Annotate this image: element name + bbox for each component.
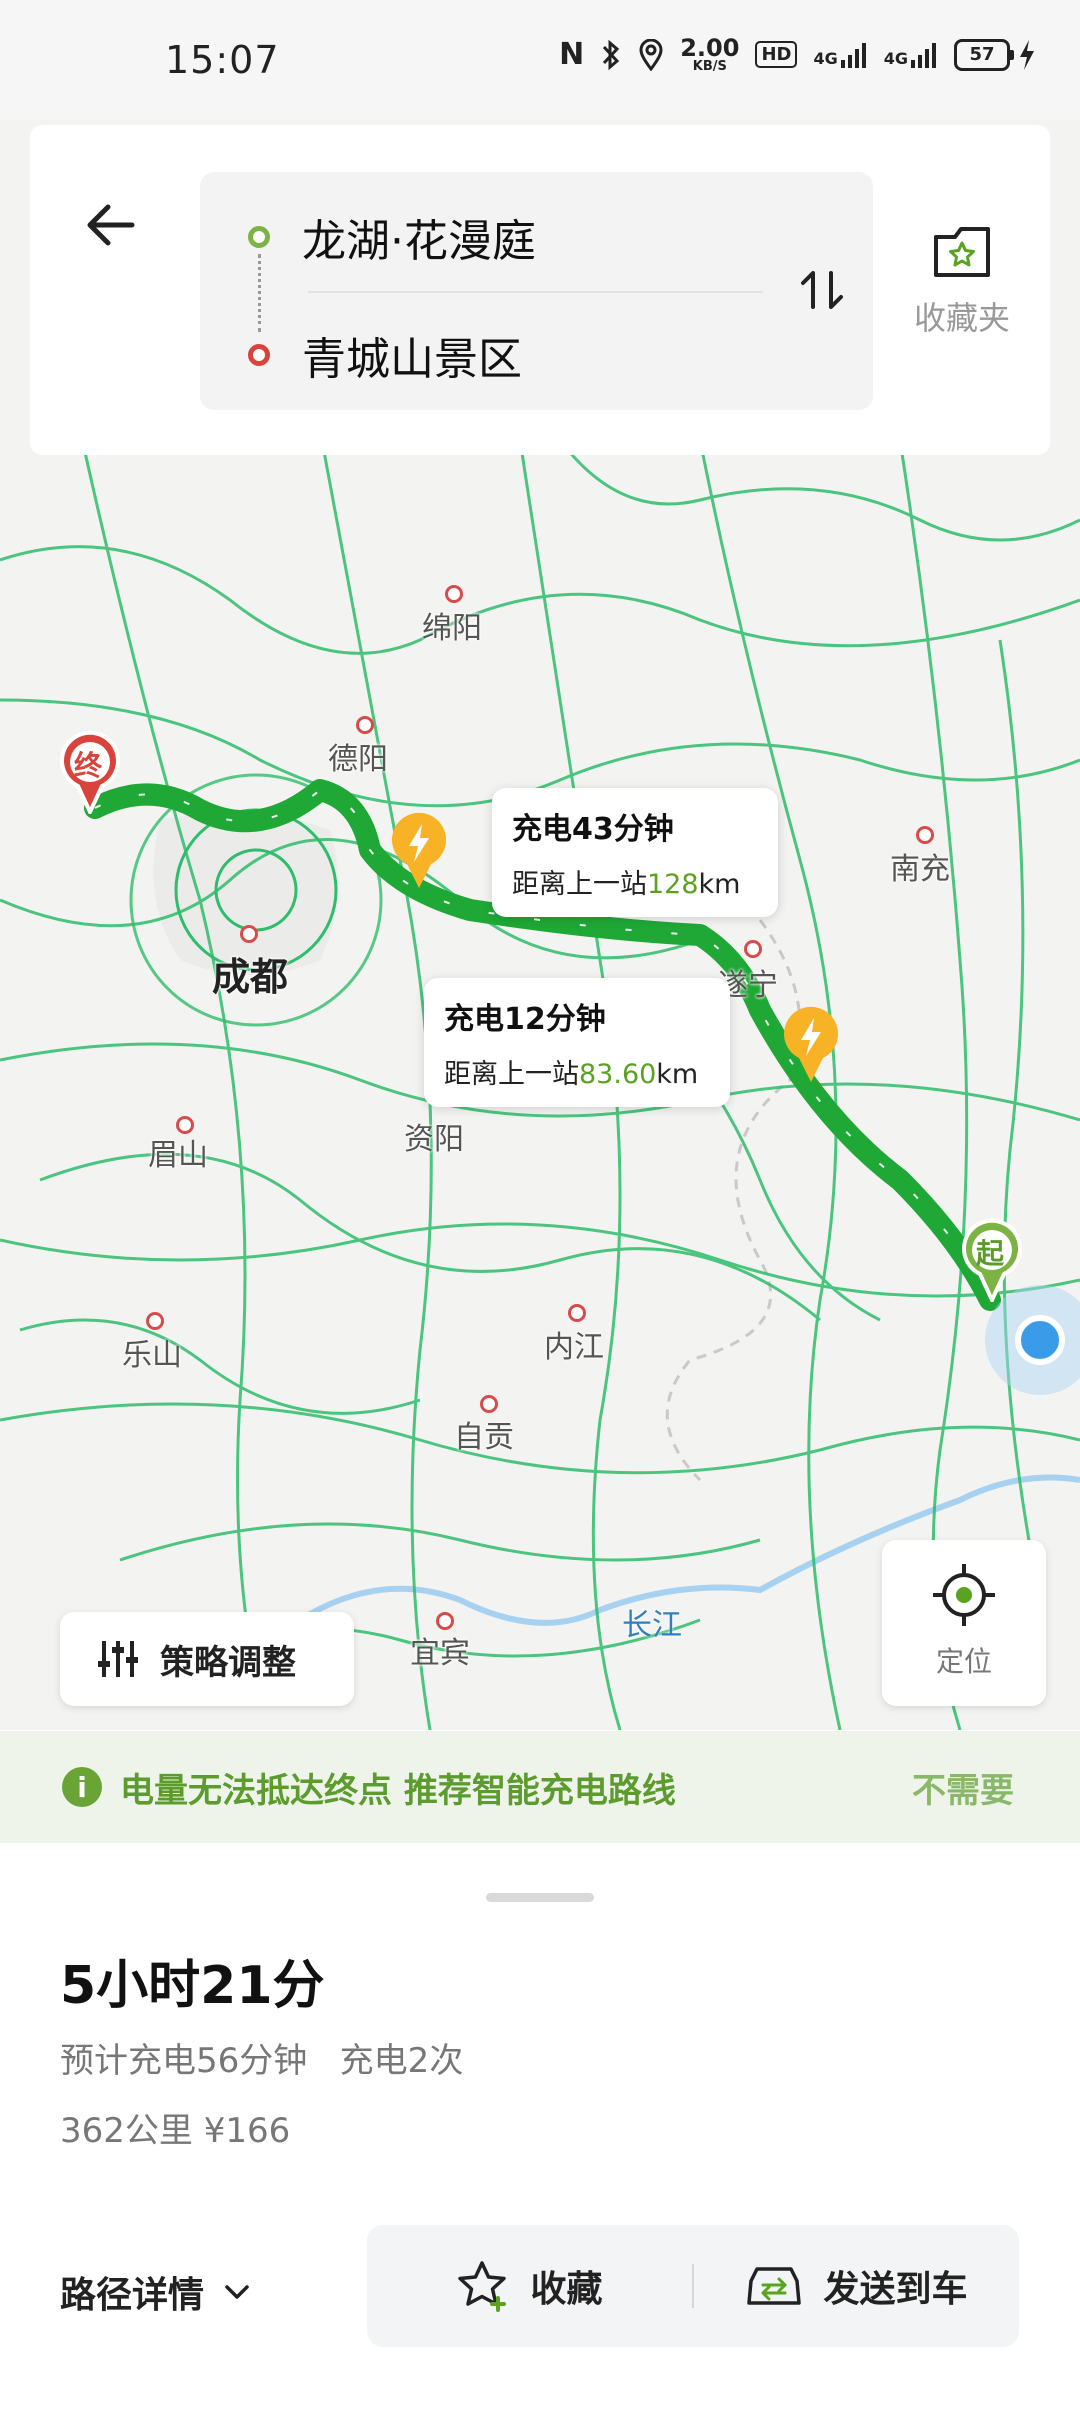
distance-cost: 362公里 ¥166 bbox=[60, 2111, 291, 2151]
folder-star-icon bbox=[934, 227, 990, 277]
origin-dot bbox=[248, 226, 270, 248]
chevron-down-icon bbox=[225, 2285, 249, 2299]
locate-button[interactable]: 定位 bbox=[882, 1540, 1046, 1706]
locate-label: 定位 bbox=[935, 1645, 992, 1678]
divider bbox=[308, 291, 763, 293]
route-summary-sheet: 5小时21分 预计充电56分钟 充电2次 362公里 ¥166 路径详情 收藏 … bbox=[0, 1843, 1080, 2412]
city-dot bbox=[240, 925, 258, 943]
strategy-adjust-button[interactable]: 策略调整 bbox=[60, 1612, 354, 1706]
status-icons: N 2.00 KB/S HD 4G 4G 57 bbox=[559, 36, 1036, 73]
city-label-zigong: 自贡 bbox=[454, 1420, 514, 1455]
send-to-car-button[interactable]: 发送到车 bbox=[694, 2260, 1019, 2312]
swap-icon[interactable] bbox=[799, 267, 845, 313]
origin-row[interactable]: 龙湖·花漫庭 bbox=[200, 182, 873, 292]
signal-icon bbox=[911, 42, 936, 68]
status-bar: 15:07 N 2.00 KB/S HD 4G 4G 57 bbox=[0, 0, 1080, 120]
hd-badge: HD bbox=[755, 41, 798, 68]
charge-station-marker[interactable] bbox=[388, 810, 450, 894]
charge-stop-bubble-2[interactable]: 充电12分钟 距离上一站83.60km bbox=[424, 978, 730, 1107]
charge-station-marker[interactable] bbox=[780, 1004, 842, 1088]
river-label: 长江 bbox=[622, 1608, 682, 1643]
collect-button[interactable]: 收藏 bbox=[367, 2260, 692, 2312]
city-label-chengdu: 成都 bbox=[212, 955, 289, 999]
favorites-button[interactable]: 收藏夹 bbox=[892, 225, 1032, 339]
action-bar: 收藏 发送到车 bbox=[367, 2225, 1019, 2347]
city-label-nanchong: 南充 bbox=[890, 852, 950, 887]
city-label-deyang: 德阳 bbox=[328, 742, 388, 777]
signal-4g-2: 4G bbox=[884, 42, 938, 68]
city-dot bbox=[356, 716, 374, 734]
city-dot bbox=[744, 940, 762, 958]
nfc-icon: N bbox=[559, 37, 585, 72]
locate-icon bbox=[933, 1564, 995, 1626]
city-label-yibin: 宜宾 bbox=[410, 1636, 470, 1671]
route-duration: 5小时21分 bbox=[60, 1956, 325, 2016]
favorites-label: 收藏夹 bbox=[913, 299, 1010, 337]
sliders-icon bbox=[98, 1641, 138, 1677]
charging-bolt-icon bbox=[1020, 39, 1034, 70]
send-to-car-label: 发送到车 bbox=[823, 2269, 968, 2310]
location-icon bbox=[639, 38, 663, 71]
destination-dot bbox=[248, 344, 270, 366]
end-marker[interactable]: 终 bbox=[58, 730, 122, 818]
net-speed: 2.00 KB/S bbox=[680, 34, 740, 74]
start-marker-label: 起 bbox=[976, 1237, 1005, 1270]
car-send-icon bbox=[747, 2267, 802, 2305]
origin-text: 龙湖·花漫庭 bbox=[302, 216, 536, 267]
city-dot bbox=[916, 826, 934, 844]
banner-message[interactable]: 电量无法抵达终点 推荐智能充电路线 bbox=[120, 1763, 676, 1812]
charge-distance: 距离上一站128km bbox=[512, 869, 741, 900]
city-dot bbox=[146, 1312, 164, 1330]
city-label-neijiang: 内江 bbox=[544, 1330, 604, 1365]
drag-handle[interactable] bbox=[486, 1893, 594, 1902]
destination-text: 青城山景区 bbox=[302, 334, 522, 385]
signal-4g-1: 4G bbox=[813, 42, 867, 68]
signal-icon bbox=[840, 42, 866, 68]
city-dot bbox=[568, 1304, 586, 1322]
city-dot bbox=[480, 1395, 498, 1413]
city-label-ziyang: 资阳 bbox=[404, 1122, 464, 1157]
city-label-meishan: 眉山 bbox=[148, 1138, 208, 1173]
route-header: 龙湖·花漫庭 青城山景区 收藏夹 bbox=[30, 125, 1050, 455]
route-endpoints: 龙湖·花漫庭 青城山景区 bbox=[200, 172, 873, 410]
city-label-leshan: 乐山 bbox=[122, 1338, 182, 1373]
city-dot bbox=[445, 585, 463, 603]
bluetooth-icon bbox=[603, 39, 620, 70]
end-marker-label: 终 bbox=[74, 749, 103, 782]
charge-stop-bubble-1[interactable]: 充电43分钟 距离上一站128km bbox=[492, 788, 778, 917]
charge-time: 充电43分钟 bbox=[512, 812, 674, 847]
destination-row[interactable]: 青城山景区 bbox=[200, 300, 873, 410]
charging-summary: 预计充电56分钟 充电2次 bbox=[60, 2041, 464, 2081]
strategy-adjust-label: 策略调整 bbox=[160, 1642, 296, 1683]
route-details-label: 路径详情 bbox=[60, 2275, 205, 2316]
collect-label: 收藏 bbox=[530, 2269, 603, 2310]
charge-distance: 距离上一站83.60km bbox=[444, 1059, 699, 1090]
status-time: 15:07 bbox=[165, 38, 280, 82]
route-details-button[interactable]: 路径详情 bbox=[60, 2266, 250, 2318]
info-icon: i bbox=[62, 1767, 102, 1807]
star-add-icon bbox=[458, 2261, 507, 2312]
charge-time: 充电12分钟 bbox=[444, 1002, 606, 1037]
dismiss-button[interactable]: 不需要 bbox=[912, 1763, 1014, 1812]
battery-icon: 57 bbox=[954, 38, 1036, 71]
start-marker[interactable]: 起 bbox=[960, 1218, 1024, 1306]
city-label-mianyang: 绵阳 bbox=[422, 611, 482, 646]
charge-suggestion-banner: i 电量无法抵达终点 推荐智能充电路线 不需要 bbox=[0, 1731, 1080, 1843]
back-arrow-icon[interactable] bbox=[80, 195, 140, 255]
